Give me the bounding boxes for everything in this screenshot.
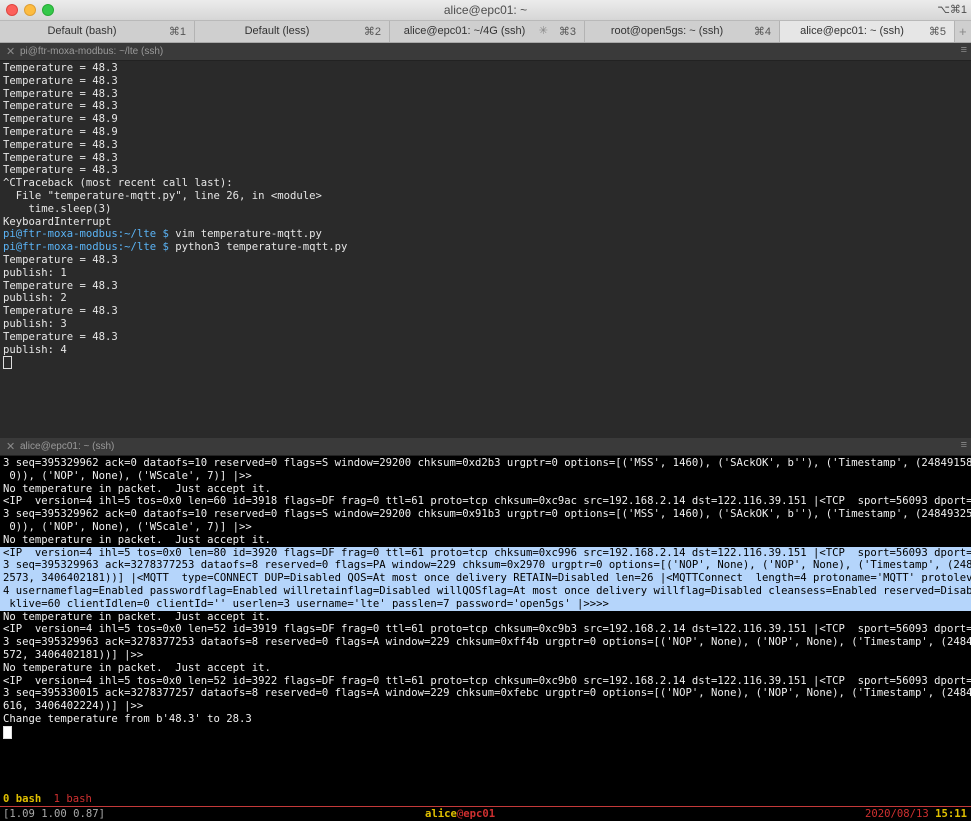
command-text: vim temperature-mqtt.py [168, 228, 322, 241]
terminal-line: 616, 3406402224))] |>> [3, 700, 144, 713]
window-title: alice@epc01: ~ [443, 3, 528, 17]
tmux-status-bar: [1.09 1.00 0.87] alice@epc01 2020/08/13 … [0, 806, 971, 821]
terminal-pane-1[interactable]: Temperature = 48.3 Temperature = 48.3 Te… [0, 61, 971, 438]
tab-label: Default (less) [244, 25, 310, 37]
terminal-line: publish: 4 [3, 343, 67, 356]
tmux-window-0[interactable]: 0 bash [3, 793, 41, 805]
terminal-line: Change temperature from b'48.3' to 28.3 [3, 712, 252, 725]
tab-shortcut: ⌘3 [558, 26, 576, 38]
terminal-line: 3 seq=395330015 ack=3278377257 dataofs=8… [3, 687, 971, 700]
status-date: 2020/08/13 [864, 808, 929, 820]
terminal-line: 3 seq=395329963 ack=3278377253 dataofs=8… [3, 636, 971, 649]
selected-terminal-line: <IP version=4 ihl=5 tos=0x0 len=80 id=39… [0, 546, 971, 560]
terminal-line: Temperature = 48.3 [3, 100, 118, 113]
terminal-line: KeyboardInterrupt [3, 215, 112, 228]
close-pane-icon[interactable]: ✕ [6, 440, 15, 453]
terminal-line: publish: 1 [3, 266, 67, 279]
tab-epc01-ssh[interactable]: alice@epc01: ~ (ssh) ⌘5 [780, 21, 955, 42]
host-name: epc01 [463, 808, 496, 820]
terminal-line: 572, 3406402181))] |>> [3, 648, 144, 661]
tab-default-bash[interactable]: Default (bash) ⌘1 [0, 21, 195, 42]
selected-terminal-line: 3 seq=395329963 ack=3278377253 dataofs=8… [0, 559, 971, 573]
tmux-window-list: 0 bash 1 bash [0, 793, 971, 806]
shell-prompt: pi@ftr-moxa-modbus:~/lte $ [3, 228, 169, 241]
command-line: pi@ftr-moxa-modbus:~/lte $ vim temperatu… [3, 228, 971, 241]
pane-header-1: ✕ pi@ftr-moxa-modbus: ~/lte (ssh) ≡ [0, 43, 971, 61]
terminal-line: Temperature = 48.3 [3, 87, 118, 100]
tab-label: alice@epc01: ~ (ssh) [800, 25, 904, 37]
terminal-line: No temperature in packet. Just accept it… [3, 610, 271, 623]
tab-shortcut: ⌘5 [928, 26, 946, 38]
activity-spinner-icon: ✳ [538, 25, 548, 37]
terminal-line: No temperature in packet. Just accept it… [3, 533, 271, 546]
terminal-line: Temperature = 48.3 [3, 164, 118, 177]
pane-menu-icon[interactable]: ≡ [961, 44, 967, 56]
tmux-window-1[interactable]: 1 bash [54, 793, 92, 805]
terminal-line: 0)), ('NOP', None), ('WScale', 7)] |>> [3, 469, 252, 482]
terminal-line: Temperature = 48.3 [3, 62, 118, 74]
window-shortcut: ⌥⌘1 [937, 4, 967, 16]
tab-shortcut: ⌘2 [363, 26, 381, 38]
tab-bar: Default (bash) ⌘1 Default (less) ⌘2 alic… [0, 21, 971, 43]
status-time: 15:11 [935, 808, 967, 820]
tab-shortcut: ⌘1 [168, 26, 186, 38]
pane-title: alice@epc01: ~ (ssh) [20, 441, 115, 452]
command-text: python3 temperature-mqtt.py [168, 241, 348, 254]
terminal-cursor-line [3, 725, 971, 739]
selected-terminal-line: 4 usernameflag=Enabled passwordflag=Enab… [0, 584, 971, 598]
terminal-cursor [3, 356, 12, 370]
date-time: 2020/08/13 15:11 [865, 807, 967, 821]
terminal-pane-2[interactable]: 3 seq=395329962 ack=0 dataofs=10 reserve… [0, 456, 971, 793]
pane-menu-icon[interactable]: ≡ [961, 439, 967, 451]
selected-terminal-line: klive=60 clientIdlen=0 clientId='' userl… [0, 597, 971, 611]
tab-label: alice@epc01: ~/4G (ssh) [403, 25, 526, 37]
terminal-line: Temperature = 48.3 [3, 330, 118, 343]
pane-title: pi@ftr-moxa-modbus: ~/lte (ssh) [20, 46, 164, 57]
tab-default-less[interactable]: Default (less) ⌘2 [195, 21, 390, 42]
terminal-line: Temperature = 48.3 [3, 138, 118, 151]
terminal-line: Temperature = 48.9 [3, 113, 118, 126]
terminal-line: publish: 3 [3, 317, 67, 330]
terminal-cursor [3, 725, 12, 739]
terminal-line: 3 seq=395329962 ack=0 dataofs=10 reserve… [3, 508, 971, 521]
terminal-line: <IP version=4 ihl=5 tos=0x0 len=60 id=39… [3, 495, 971, 508]
command-line: pi@ftr-moxa-modbus:~/lte $ python3 tempe… [3, 241, 971, 254]
terminal-line: Temperature = 48.3 [3, 253, 118, 266]
close-pane-icon[interactable]: ✕ [6, 45, 15, 58]
terminal-line: No temperature in packet. Just accept it… [3, 482, 271, 495]
host-user: alice [425, 808, 457, 820]
terminal-line: Temperature = 48.3 [3, 305, 118, 318]
terminal-line: time.sleep(3) [3, 202, 112, 215]
load-average: [1.09 1.00 0.87] [3, 808, 106, 820]
new-tab-button[interactable]: + [955, 21, 971, 42]
terminal-line: 0)), ('NOP', None), ('WScale', 7)] |>> [3, 520, 252, 533]
terminal-line: 3 seq=395329962 ack=0 dataofs=10 reserve… [3, 457, 971, 469]
terminal-line: Temperature = 48.3 [3, 151, 118, 164]
terminal-line: publish: 2 [3, 292, 67, 305]
tab-label: Default (bash) [47, 25, 117, 37]
terminal-line: Temperature = 48.3 [3, 279, 118, 292]
host-indicator: alice@epc01 [425, 807, 495, 821]
terminal-line: Temperature = 48.9 [3, 125, 118, 138]
tab-shortcut: ⌘4 [753, 26, 771, 38]
shell-prompt: pi@ftr-moxa-modbus:~/lte $ [3, 241, 169, 254]
tab-epc01-4g-ssh[interactable]: alice@epc01: ~/4G (ssh) ✳ ⌘3 [390, 21, 585, 42]
window-titlebar: alice@epc01: ~ ⌥⌘1 [0, 0, 971, 21]
terminal-line: <IP version=4 ihl=5 tos=0x0 len=52 id=39… [3, 674, 971, 687]
terminal-line: File "temperature-mqtt.py", line 26, in … [3, 189, 322, 202]
pane-header-2: ✕ alice@epc01: ~ (ssh) ≡ [0, 438, 971, 456]
terminal-line: ^CTraceback (most recent call last): [3, 177, 233, 190]
terminal-line: Temperature = 48.3 [3, 74, 118, 87]
terminal-line: <IP version=4 ihl=5 tos=0x0 len=52 id=39… [3, 623, 971, 636]
tab-root-open5gs-ssh[interactable]: root@open5gs: ~ (ssh) ⌘4 [585, 21, 780, 42]
terminal-line: No temperature in packet. Just accept it… [3, 661, 271, 674]
tab-label: root@open5gs: ~ (ssh) [610, 25, 724, 37]
terminal-cursor-line [3, 356, 971, 370]
selected-terminal-line: 2573, 3406402181))] |<MQTT type=CONNECT … [0, 572, 971, 585]
